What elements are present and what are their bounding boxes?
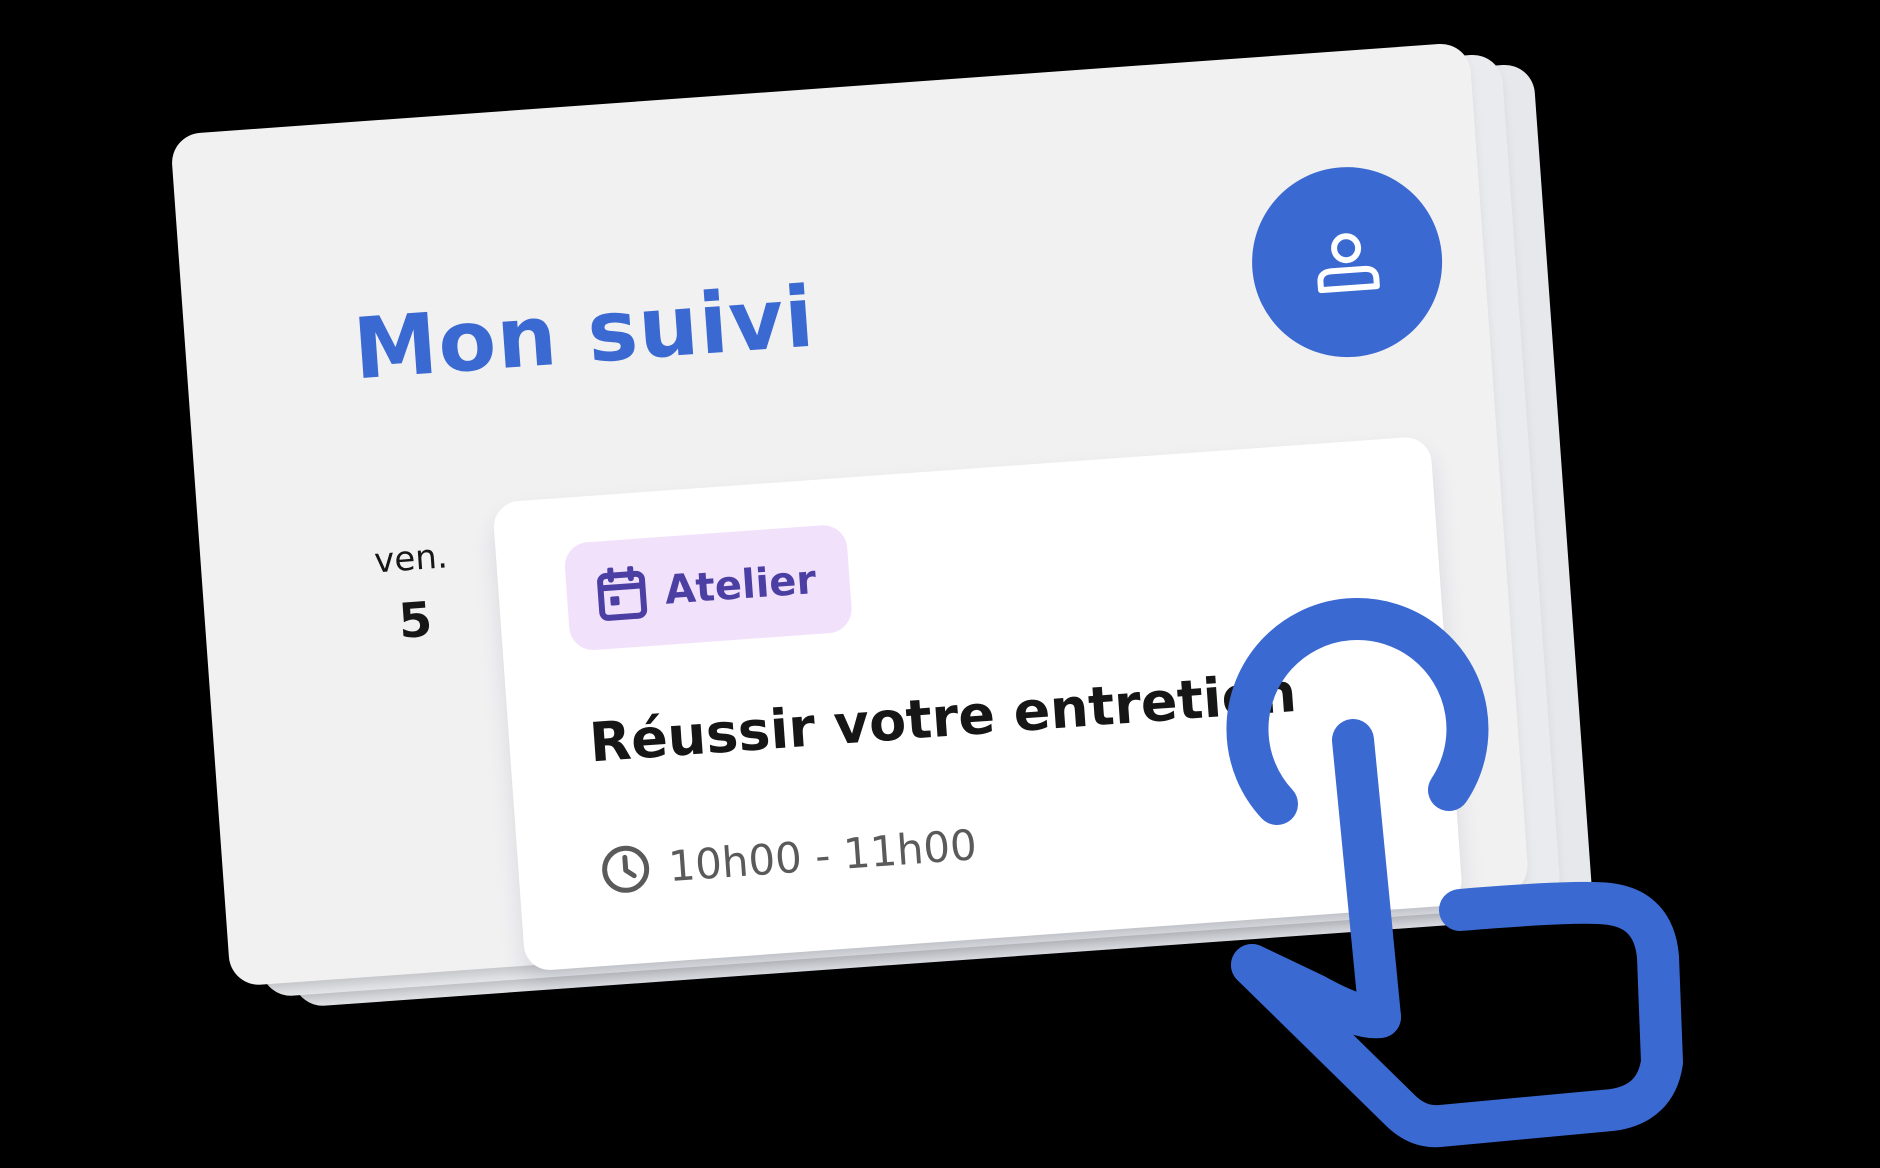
event-weekday: ven. xyxy=(372,536,449,582)
user-icon xyxy=(1317,233,1380,294)
profile-button[interactable] xyxy=(1245,160,1449,364)
calendar-icon xyxy=(597,565,648,621)
event-type-badge: Atelier xyxy=(563,523,854,652)
clock-icon xyxy=(602,845,650,893)
event-time-label: 10h00 - 11h00 xyxy=(666,819,979,891)
page-title: Mon suivi xyxy=(350,267,818,399)
event-date: ven. 5 xyxy=(355,535,473,653)
suivi-card: Mon suivi ven. 5 Atelier Réussir votre e… xyxy=(170,41,1530,987)
event-day-number: 5 xyxy=(396,591,435,650)
event-card[interactable]: Atelier Réussir votre entretien 10h00 - … xyxy=(492,435,1464,972)
event-time: 10h00 - 11h00 xyxy=(599,819,978,896)
event-type-label: Atelier xyxy=(663,557,818,614)
event-title: Réussir votre entretien xyxy=(587,660,1299,775)
